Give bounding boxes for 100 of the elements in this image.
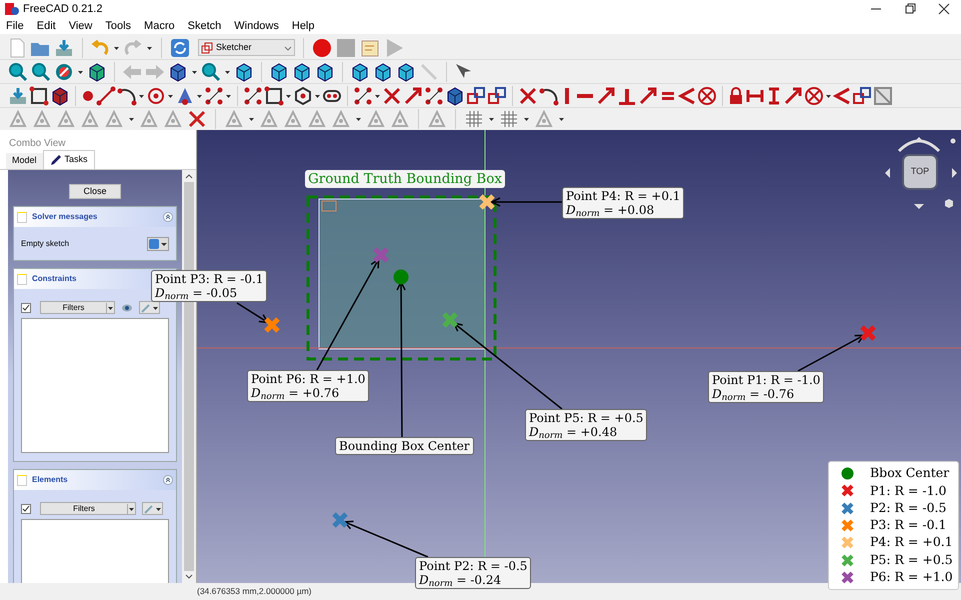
dots-icon[interactable] [424,86,444,106]
menu-item[interactable]: Tools [105,18,132,34]
region-label: Ground Truth Bounding Box [305,170,505,188]
caret-icon [106,302,114,312]
window-title: FreeCAD 0.21.2 [23,2,102,17]
dots-icon[interactable] [243,86,263,106]
diagonal-arrow-icon[interactable] [596,86,616,106]
legend-label: Bbox Center [870,464,950,482]
tray-icon[interactable] [54,38,74,56]
cube-icon[interactable] [234,62,254,82]
crossed-square-icon[interactable] [873,86,893,106]
cube-icon[interactable] [87,62,107,82]
cross-icon[interactable] [382,86,402,106]
cube-icon[interactable] [396,62,416,82]
annotation-label: Point P2: R = -0.5 D$_{norm}$ = -0.24 [415,557,532,589]
brush-dropdown[interactable] [142,502,163,515]
overlapping-squares-icon[interactable] [852,86,872,106]
magnifier-icon[interactable] [31,62,51,82]
navigation-arrows-icon[interactable] [883,135,959,211]
record-icon[interactable] [312,38,332,58]
crossed-circle-icon[interactable] [804,86,824,106]
square-icon[interactable] [29,86,49,106]
grid-icon[interactable] [464,109,484,129]
section-title[interactable]: Constraints [32,273,76,285]
arrow [490,197,562,207]
arc-icon[interactable] [539,86,559,106]
checkbox[interactable] [21,302,31,312]
annotation-label: Point P5: R = +0.5 D$_{norm}$ = +0.48 [525,409,648,441]
filter-dropdown[interactable]: Filters [40,502,136,515]
square-icon[interactable] [264,86,284,106]
angle-icon[interactable] [678,86,696,106]
brush-icon [143,504,155,514]
menu-item[interactable]: Sketch [188,18,222,34]
legend-label: P2: R = -0.5 [870,498,946,517]
cube-icon[interactable] [373,62,393,82]
prohibited-icon[interactable] [54,62,74,82]
status-text: (34.676353 mm,2.000000 µm) [197,585,312,598]
cube-icon[interactable] [315,62,335,82]
close-button[interactable]: Close [69,184,121,199]
diagonal-arrow-icon[interactable] [638,86,658,106]
sketch-squares-icon[interactable] [201,42,213,54]
cross-icon[interactable] [518,86,538,106]
freecad-logo-icon[interactable] [5,2,19,16]
view-cube[interactable]: TOP [902,154,938,190]
legend-label: P5: R = +0.5 [870,550,953,569]
line-icon[interactable] [96,86,116,106]
legend-label: P4: R = +0.1 [870,533,953,552]
menu-item[interactable]: Macro [144,18,175,34]
cube-icon[interactable] [292,62,312,82]
menu-item[interactable]: Edit [36,18,56,34]
legend-label: P3: R = -0.1 [870,516,946,534]
annotation-label: Point P1: R = -1.0 D$_{norm}$ = -0.76 [708,371,824,403]
collapse-icon[interactable] [163,475,173,485]
close-icon[interactable] [938,3,950,15]
diagonal-arrow-icon[interactable] [403,86,423,106]
menu-item[interactable]: Windows [234,18,279,34]
refresh-dropdown[interactable] [147,236,169,250]
menu-item[interactable]: View [68,18,92,34]
legend-label: P1: R = -1.0 [870,482,946,500]
checkbox[interactable] [21,504,31,514]
overlapping-squares-icon[interactable] [466,86,486,106]
brush-dropdown[interactable] [139,301,160,314]
menu-item[interactable]: Help [292,18,314,34]
cone-icon[interactable] [175,86,195,106]
collapse-icon[interactable] [163,212,173,222]
magnifier-icon[interactable] [8,62,28,82]
hexagon-icon[interactable] [293,86,313,106]
cube-icon[interactable] [445,86,465,106]
menu-item[interactable]: File [6,18,24,34]
arc-icon[interactable] [117,86,137,106]
tab[interactable]: Tasks [42,150,95,169]
grid-icon[interactable] [499,109,519,129]
vertical-dimension-icon[interactable] [766,86,782,106]
pencil-icon [50,154,62,166]
lock-icon[interactable] [728,86,744,106]
tab[interactable]: Model [6,153,43,169]
note-icon [17,474,27,486]
eye-icon[interactable] [121,302,133,312]
annotation-label: Point P4: R = +0.1 D$_{norm}$ = +0.08 [562,187,684,219]
cube-icon[interactable] [350,62,370,82]
cube-icon[interactable] [269,62,289,82]
cube-icon[interactable] [168,62,188,82]
annotation-label: Bounding Box Center [335,437,474,455]
angle-icon[interactable] [833,86,851,106]
magnifier-icon[interactable] [201,62,221,82]
caret-icon [127,504,135,514]
diagonal-arrow-icon[interactable] [783,86,803,106]
restore-icon[interactable] [904,3,916,15]
workbench-dropdown[interactable]: Sketcher [198,39,295,56]
dots-icon[interactable] [353,86,373,106]
filter-dropdown[interactable]: Filters [40,301,115,314]
cube-icon[interactable] [50,86,70,106]
circle-icon[interactable] [146,86,166,106]
cross-icon[interactable] [187,109,207,129]
annotation-label: Point P3: R = -0.1 D$_{norm}$ = -0.05 [151,270,268,302]
dots-icon[interactable] [204,86,224,106]
refresh-icon[interactable] [170,38,190,58]
overlapping-squares-icon[interactable] [487,86,507,106]
section-title[interactable]: Elements [32,474,68,486]
crossed-circle-icon[interactable] [697,86,717,106]
